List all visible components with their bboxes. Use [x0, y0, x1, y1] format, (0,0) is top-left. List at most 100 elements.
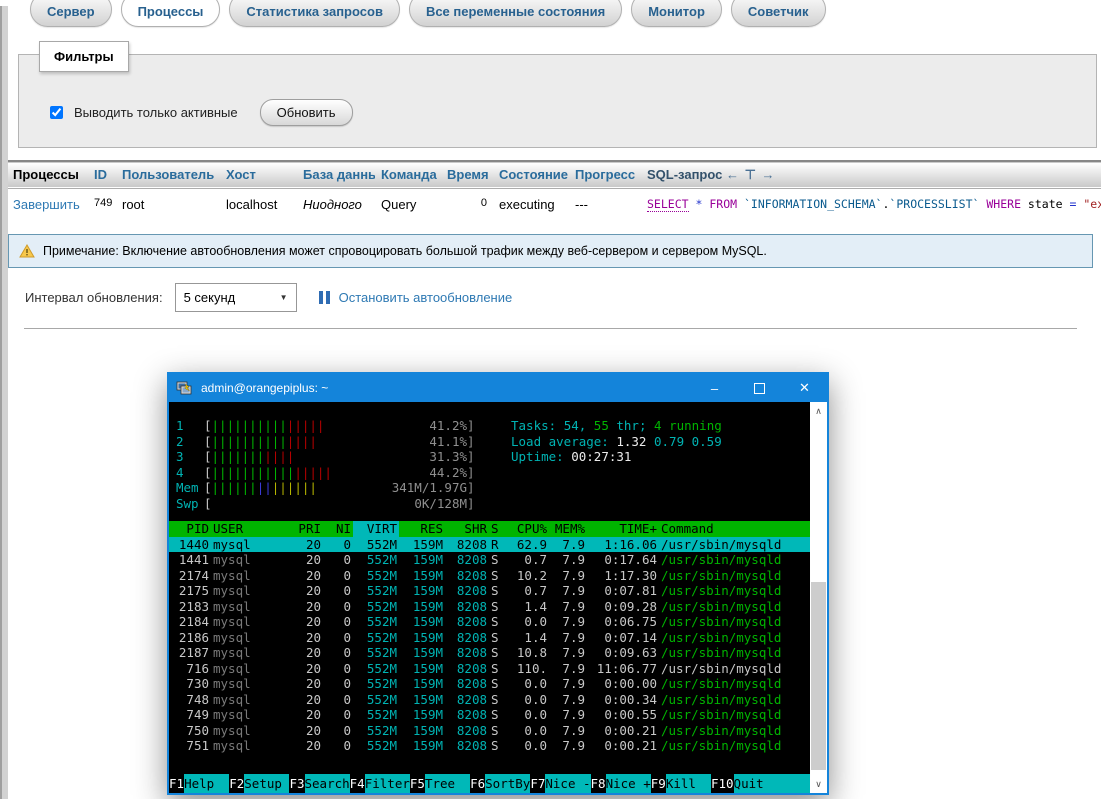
truncate-toggle-icon[interactable]: ← ⊤ → — [726, 167, 776, 182]
htop-row-750: 750 mysql 20 0 552M 159M 8208 S 0.0 7.9 0:00.21/us… — [186, 722, 782, 738]
htop-col-s: S — [491, 521, 499, 536]
htop-process-table: PID USER PRI NI VIRT RES SHR S CPU% MEM% TIME+ Comm… — [169, 521, 810, 754]
filters-fieldset: Фильтры Выводить только активные Обновит… — [18, 41, 1097, 148]
stop-autorefresh-link[interactable]: Остановить автообновление — [339, 290, 513, 305]
htop-col-shr: SHR — [464, 521, 487, 536]
col-command[interactable]: Команда — [375, 161, 441, 188]
kill-process-link[interactable]: Завершить — [13, 197, 80, 212]
process-id: 749 — [94, 196, 113, 209]
process-time: 0 — [480, 196, 487, 209]
sql-token: `INFORMATION_SCHEMA` — [744, 196, 883, 211]
sql-token: state — [1021, 196, 1070, 211]
htop-row-1440: 1440 mysql 20 0 552M 159M 8208 R 62.9 7.9 1:16.06/… — [169, 536, 810, 552]
terminal-scrollbar[interactable]: ∧ ∨ — [810, 402, 827, 793]
cpu-meters: 1[||||||||||||||| 41.2%] 2[|||||||||||||| 4… — [176, 418, 482, 511]
col-time[interactable]: Время — [441, 161, 493, 188]
htop-row-2187: 2187 mysql 20 0 552M 159M 8208 S 10.8 7.9 0:09.63/… — [178, 645, 782, 660]
fkey-f7: F7 Nice - — [530, 774, 591, 793]
scrollbar-thumb[interactable] — [811, 582, 826, 770]
tab-query-statistics[interactable]: Статистика запросов — [229, 0, 400, 27]
select-arrow-icon: ▼ — [279, 292, 288, 302]
htop-col-res: RES — [420, 521, 443, 536]
process-db: Ниодного — [303, 196, 362, 212]
htop-row-749: 749 mysql 20 0 552M 159M 8208 S 0.0 7.9 0:00.55/us… — [186, 707, 782, 722]
process-list-table: Процессы ID Пользователь Хост База данны… — [0, 160, 1101, 216]
close-button[interactable]: ✕ — [782, 374, 827, 402]
fkey-f5: F5 Tree — [409, 774, 471, 793]
maximize-icon — [754, 382, 765, 394]
col-host[interactable]: Хост — [220, 161, 297, 188]
col-user[interactable]: Пользователь — [116, 161, 220, 188]
putty-icon — [176, 381, 192, 394]
show-active-label: Выводить только активные — [74, 105, 238, 120]
meter-1: 1[||||||||||||||| 41.2%] — [176, 418, 475, 433]
htop-col-ni: NI — [335, 521, 351, 536]
tab-monitor[interactable]: Монитор — [631, 0, 722, 27]
col-sql-query: SQL-запрос ← ⊤ → — [647, 166, 776, 182]
htop-col-cpu: CPU% — [516, 521, 547, 536]
htop-row-751: 751 mysql 20 0 552M 159M 8208 S 0.0 7.9 0:00.21/us… — [186, 738, 782, 753]
fkey-f1: F1 Help — [169, 774, 230, 793]
htop-row-716: 716 mysql 20 0 552M 159M 8208 S 110. 7.9 11:06.77/… — [186, 660, 782, 676]
sql-token: SELECT — [647, 196, 689, 212]
htop-row-2175: 2175 mysql 20 0 552M 159M 8208 S 0.7 7.9 0:07.81/u… — [178, 583, 782, 598]
tab-server-label[interactable]: Сервер — [30, 0, 112, 27]
htop-col-time: TIME+ — [619, 521, 657, 536]
tab-status-variables-label[interactable]: Все переменные состояния — [408, 0, 623, 27]
minimize-button[interactable]: – — [692, 374, 737, 402]
htop-row-730: 730 mysql 20 0 552M 159M 8208 S 0.0 7.9 0:00.00/us… — [186, 676, 782, 691]
tab-query-statistics-label[interactable]: Статистика запросов — [229, 0, 400, 27]
sql-token: "executing" — [1083, 196, 1101, 211]
htop-col-user: USER — [213, 521, 244, 536]
sql-token: FROM — [709, 196, 738, 211]
scroll-down-icon[interactable]: ∨ — [810, 776, 827, 792]
meter-swp: Swp[0K/128M] — [176, 495, 475, 511]
htop-col-pri: PRI — [298, 521, 321, 536]
terminal-body: 1[||||||||||||||| 41.2%] 2[|||||||||||||| 4… — [169, 402, 827, 793]
col-processes: Процессы — [13, 167, 79, 183]
tab-monitor-label[interactable]: Монитор — [631, 0, 722, 27]
process-host: localhost — [226, 196, 278, 212]
server-tabbar: Сервер Процессы Статистика запросов Все … — [0, 0, 1101, 27]
htop-col-virt: VIRT — [353, 521, 399, 537]
htop-col-pid: PID — [186, 521, 209, 536]
col-progress[interactable]: Прогресс — [569, 161, 641, 188]
htop-col-mem: MEM% — [554, 521, 585, 536]
pause-icon[interactable] — [318, 290, 330, 304]
fkey-f8: F8 Nice + — [590, 774, 651, 793]
tab-advisor-label[interactable]: Советчик — [730, 0, 826, 27]
htop-row-2183: 2183 mysql 20 0 552M 159M 8208 S 1.4 7.9 0:09.28/u… — [178, 598, 782, 614]
tab-processes-label[interactable]: Процессы — [120, 0, 221, 27]
refresh-button[interactable]: Обновить — [259, 99, 353, 126]
htop-summary: Tasks: 54, 55 thr; 4 running Load average… — [511, 418, 722, 511]
frame-resizer[interactable] — [0, 6, 8, 799]
refresh-interval-select[interactable]: 5 секунд ▼ — [174, 282, 297, 312]
fkey-f9: F9 Kill — [650, 774, 711, 793]
meter-mem: Mem[|||||||||||||| 341M/1.97G] — [176, 480, 475, 495]
warning-icon — [19, 243, 35, 257]
summary-line: Load average: 1.32 0.79 0.59 — [511, 433, 722, 449]
htop-row-748: 748 mysql 20 0 552M 159M 8208 S 0.0 7.9 0:00.34/us… — [186, 691, 782, 707]
tab-status-variables[interactable]: Все переменные состояния — [408, 0, 623, 27]
scroll-up-icon[interactable]: ∧ — [810, 403, 827, 419]
putty-titlebar[interactable]: admin@orangepiplus: ~ – ✕ — [169, 374, 827, 402]
tab-processes[interactable]: Процессы — [120, 0, 221, 27]
col-state[interactable]: Состояние — [493, 161, 569, 188]
tab-server[interactable]: Сервер — [30, 0, 112, 27]
col-db[interactable]: База данных — [297, 161, 375, 188]
meter-4: 4[|||||||||||||||| 44.2%] — [176, 464, 475, 480]
summary-line: Uptime: 00:27:31 — [511, 449, 632, 464]
fkey-f2: F2 Setup — [229, 774, 290, 793]
tab-advisor[interactable]: Советчик — [730, 0, 826, 27]
fkey-f6: F6 SortBy — [470, 774, 531, 793]
notice-text: Примечание: Включение автообновления мож… — [43, 243, 767, 258]
autorefresh-notice: Примечание: Включение автообновления мож… — [8, 233, 1093, 268]
fkey-f3: F3 Search — [289, 774, 350, 793]
process-command: Query — [381, 196, 417, 212]
show-active-checkbox[interactable] — [50, 106, 63, 119]
fkey-bar: F1 Help F2 Setup F3 Search F4 Filter F5 Tree F6… — [169, 774, 810, 793]
col-id[interactable]: ID — [88, 161, 116, 188]
maximize-button[interactable] — [737, 374, 782, 402]
filters-legend: Фильтры — [39, 41, 129, 72]
